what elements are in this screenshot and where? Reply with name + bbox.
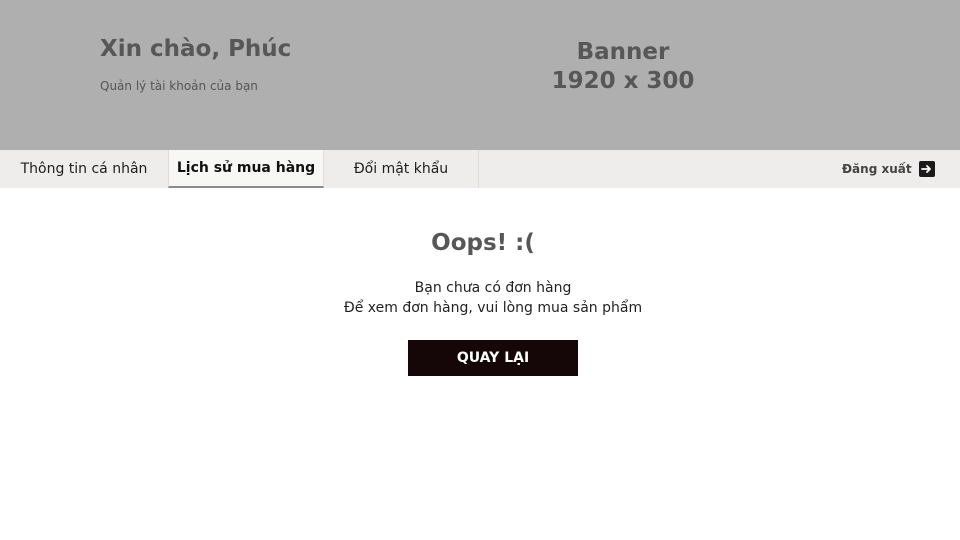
tab-order-history[interactable]: Lịch sử mua hàng (168, 150, 324, 188)
logout-button[interactable]: Đăng xuất (842, 150, 935, 188)
account-tabbar: Thông tin cá nhân Lịch sử mua hàng Đổi m… (0, 150, 960, 188)
banner-label-line1: Banner (576, 39, 670, 65)
empty-state-title: Oops! :( (431, 230, 535, 256)
banner-placeholder-label: Banner 1920 x 300 (540, 38, 706, 96)
banner-label-line2: 1920 x 300 (551, 68, 695, 94)
banner: Xin chào, Phúc Quản lý tài khoản của bạn… (0, 0, 960, 150)
back-button[interactable]: QUAY LẠI (408, 340, 578, 376)
greeting-title: Xin chào, Phúc (100, 36, 292, 62)
empty-state-message: Bạn chưa có đơn hàng (414, 280, 572, 296)
tab-personal-info[interactable]: Thông tin cá nhân (0, 150, 168, 188)
tab-divider (478, 150, 479, 188)
logout-label: Đăng xuất (842, 162, 912, 176)
greeting-subtitle: Quản lý tài khoản của bạn (100, 79, 258, 93)
tab-change-password[interactable]: Đổi mật khẩu (324, 150, 478, 188)
logout-arrow-icon (918, 161, 935, 177)
empty-state-hint: Để xem đơn hàng, vui lòng mua sản phẩm (343, 300, 643, 316)
